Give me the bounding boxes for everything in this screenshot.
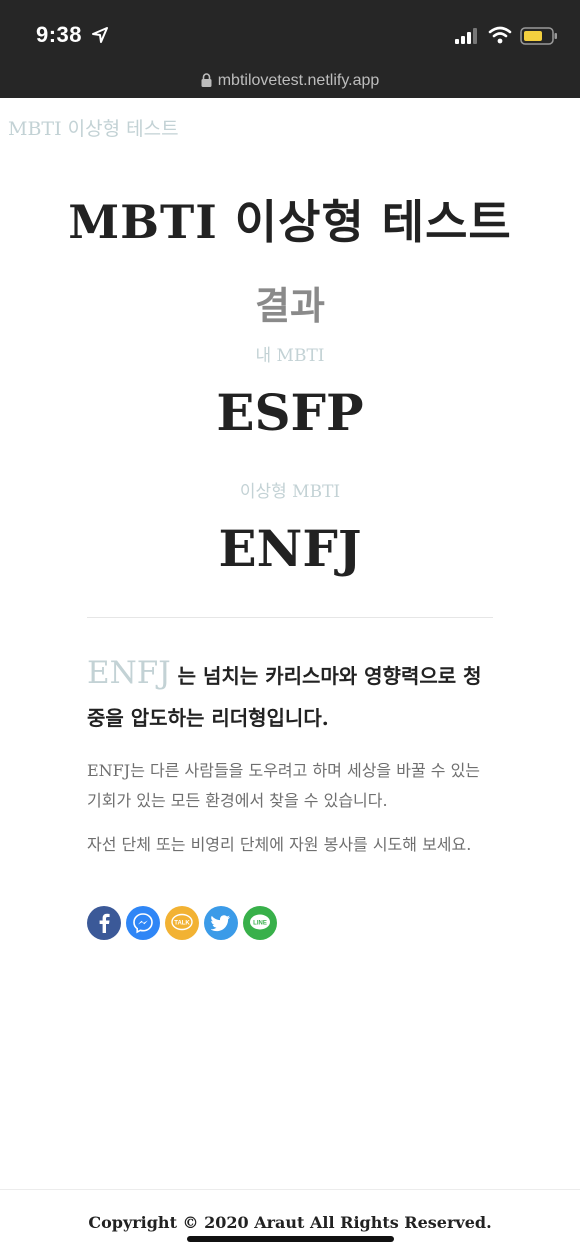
- facebook-icon: [99, 913, 110, 933]
- line-share-button[interactable]: LINE: [243, 906, 277, 940]
- kakaotalk-icon: TALK: [171, 913, 193, 931]
- divider: [87, 617, 493, 618]
- kakaotalk-icon-text: TALK: [174, 921, 190, 927]
- my-mbti-value: ESFP: [216, 383, 364, 442]
- description-headline: ENFJ 는 넘치는 카리스마와 영향력으로 청중을 압도하는 리더형입니다.: [87, 652, 487, 739]
- kakaotalk-share-button[interactable]: TALK: [165, 906, 199, 940]
- description-type: ENFJ: [87, 655, 171, 691]
- status-bar: 9:38 mbtilovetest.netlify.app: [0, 0, 580, 98]
- brand-link[interactable]: MBTI 이상형 테스트: [8, 114, 179, 141]
- description-paragraph-1: ENFJ는 다른 사람들을 도우려고 하며 세상을 바꿀 수 있는 기회가 있는…: [87, 761, 481, 810]
- facebook-share-button[interactable]: [87, 906, 121, 940]
- footer-divider: [0, 1189, 580, 1190]
- description-paragraph-2: 자선 단체 또는 비영리 단체에 자원 봉사를 시도해 보세요.: [87, 835, 472, 854]
- result-heading: 결과: [255, 283, 325, 328]
- twitter-icon: [211, 915, 230, 932]
- lock-icon: [201, 73, 212, 87]
- twitter-share-button[interactable]: [204, 906, 238, 940]
- ideal-mbti-value: ENFJ: [218, 519, 362, 578]
- wifi-icon: [488, 26, 512, 44]
- url-text: mbtilovetest.netlify.app: [217, 72, 380, 89]
- signal-icon: [455, 28, 477, 44]
- footer-copyright: Copyright © 2020 Araut All Rights Reserv…: [88, 1213, 492, 1232]
- my-mbti-label: 내 MBTI: [255, 346, 325, 366]
- location-arrow-icon: [92, 27, 108, 43]
- line-icon-text: LINE: [253, 920, 267, 926]
- url-bar[interactable]: mbtilovetest.netlify.app: [0, 72, 580, 90]
- messenger-icon: [133, 913, 153, 934]
- messenger-share-button[interactable]: [126, 906, 160, 940]
- page-title: MBTI 이상형 테스트: [68, 195, 512, 249]
- ideal-mbti-label: 이상형 MBTI: [239, 482, 341, 502]
- home-indicator[interactable]: [187, 1236, 394, 1242]
- battery-icon: [520, 27, 557, 45]
- share-buttons: TALK LINE: [87, 906, 277, 940]
- line-icon: LINE: [250, 914, 270, 930]
- status-time: 9:38: [36, 22, 83, 47]
